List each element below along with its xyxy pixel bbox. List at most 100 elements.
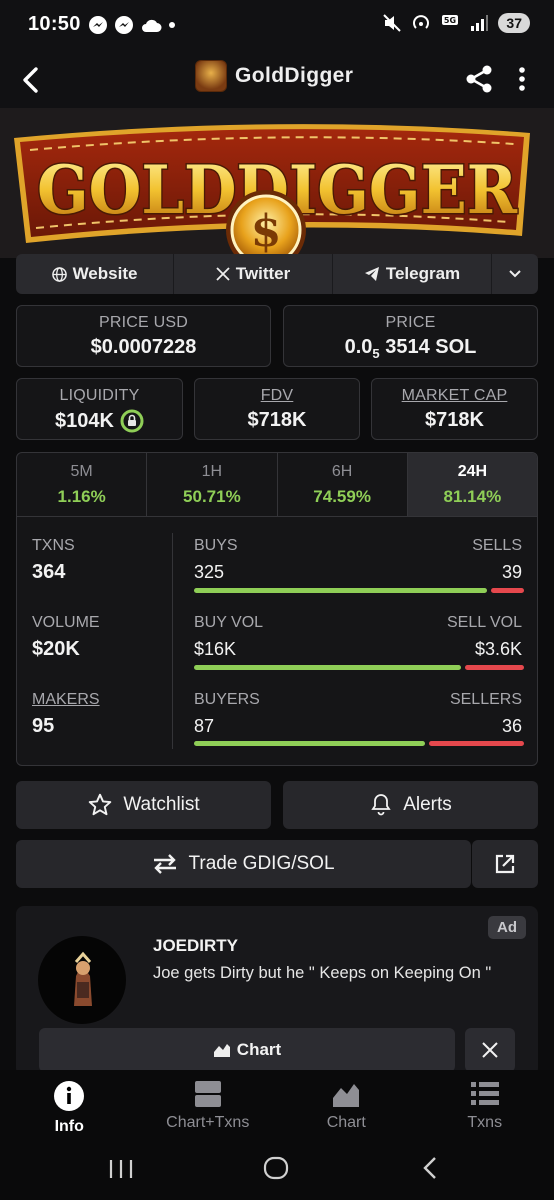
liquidity-value: $104K xyxy=(55,409,114,432)
ad-avatar xyxy=(38,936,126,1024)
nav-label: Chart+Txns xyxy=(166,1114,250,1131)
chevron-down-icon xyxy=(509,270,521,278)
sell-volume-label: SELL VOL xyxy=(446,614,522,631)
ad-twitter-button[interactable] xyxy=(465,1028,515,1072)
fdv-label[interactable]: FDV xyxy=(195,387,359,405)
price-native-zeros: 5 xyxy=(372,346,380,361)
messenger-icon xyxy=(115,16,133,34)
buys-value: 325 xyxy=(194,562,225,582)
buy-volume-label: BUY VOL xyxy=(194,614,264,631)
more-links-button[interactable] xyxy=(492,254,538,294)
notification-icons xyxy=(88,15,176,35)
tab-5m[interactable]: 5M 1.16% xyxy=(17,453,148,516)
price-native-value: 0.05 3514 SOL xyxy=(284,336,537,361)
globe-icon xyxy=(51,266,67,282)
fdv-card[interactable]: FDV $718K xyxy=(194,378,360,440)
tab-change: 81.14% xyxy=(443,487,502,506)
price-native-rest: 3514 SOL xyxy=(385,336,477,358)
status-time: 10:50 xyxy=(28,13,81,35)
sells-bar xyxy=(491,588,524,593)
nav-info[interactable]: Info xyxy=(0,1070,139,1140)
open-external-button[interactable] xyxy=(472,840,538,888)
back-nav-icon[interactable] xyxy=(420,1156,440,1180)
arrow-left-icon xyxy=(23,67,38,93)
tab-label: 5M xyxy=(70,463,93,480)
cloud-icon xyxy=(142,19,162,32)
nav-chart-txns[interactable]: Chart+Txns xyxy=(139,1070,278,1140)
tab-6h[interactable]: 6H 74.59% xyxy=(278,453,408,516)
makers-value: 95 xyxy=(32,715,55,737)
market-cap-value: $718K xyxy=(425,409,484,431)
tab-1h[interactable]: 1H 50.71% xyxy=(147,453,278,516)
token-logo xyxy=(195,60,227,92)
market-cap-label[interactable]: MARKET CAP xyxy=(372,387,537,405)
share-button[interactable] xyxy=(462,62,496,96)
sells-value: 39 xyxy=(501,562,522,582)
ad-title: JOEDIRTY xyxy=(153,936,239,955)
coin-emblem: $ xyxy=(251,206,282,257)
sell-volume-bar xyxy=(465,665,524,670)
liquidity-label: LIQUIDITY xyxy=(59,387,140,404)
tab-label: 24H xyxy=(457,463,488,480)
token-title: GoldDigger xyxy=(195,60,353,92)
telegram-link[interactable]: Telegram xyxy=(333,254,492,294)
buys-label: BUYS xyxy=(194,537,238,554)
5g-icon: 5G xyxy=(442,15,459,25)
tab-24h[interactable]: 24H 81.14% xyxy=(407,453,537,516)
token-banner: GOLDDIGGER $ xyxy=(0,108,554,258)
star-icon xyxy=(89,793,112,816)
x-logo-icon xyxy=(216,267,230,281)
nav-chart[interactable]: Chart xyxy=(277,1070,416,1140)
dot-icon xyxy=(169,22,175,28)
trade-button[interactable]: Trade GDIG/SOL xyxy=(16,840,471,888)
back-button[interactable] xyxy=(14,62,50,98)
tab-change: 50.71% xyxy=(183,487,241,506)
svg-text:5G: 5G xyxy=(444,16,456,25)
txns-value: 364 xyxy=(32,561,66,583)
tab-change: 1.16% xyxy=(57,487,106,506)
volume-label: VOLUME xyxy=(32,614,100,631)
buyers-label: BUYERS xyxy=(194,691,260,708)
home-icon[interactable] xyxy=(263,1156,289,1180)
signal-icon xyxy=(471,15,489,31)
telegram-icon xyxy=(364,267,379,281)
timeframe-tabs: 5M 1.16% 1H 50.71% 6H 74.59% 24H 81.14% xyxy=(17,453,537,517)
ad-chart-label: Chart xyxy=(236,1040,282,1059)
split-view-icon xyxy=(194,1081,221,1107)
recent-apps-icon[interactable] xyxy=(108,1158,134,1180)
sellers-bar xyxy=(429,741,524,746)
sponsored-ad-card[interactable]: Ad JOEDIRTY Joe gets Dirty but he " Keep… xyxy=(16,906,538,1076)
x-logo-icon xyxy=(482,1042,498,1058)
website-link[interactable]: Website xyxy=(16,254,174,294)
watchlist-button[interactable]: Watchlist xyxy=(16,781,271,829)
locked-liquidity-icon[interactable] xyxy=(120,409,144,433)
trade-label: Trade GDIG/SOL xyxy=(188,853,335,874)
volume-value: $20K xyxy=(32,638,80,660)
status-bar: 10:50 5G 37 xyxy=(0,0,554,52)
makers-label[interactable]: MAKERS xyxy=(32,691,100,709)
social-links-bar: Website Twitter Telegram xyxy=(16,254,538,294)
sells-label: SELLS xyxy=(472,537,522,554)
ad-description: Joe gets Dirty but he " Keeps on Keeping… xyxy=(153,964,492,982)
external-link-icon xyxy=(495,854,515,874)
banner-artwork: GOLDDIGGER $ xyxy=(14,124,530,258)
alerts-button[interactable]: Alerts xyxy=(283,781,538,829)
ad-badge: Ad xyxy=(488,916,526,939)
ad-chart-button[interactable]: Chart xyxy=(39,1028,455,1072)
liquidity-card: LIQUIDITY $104K xyxy=(16,378,183,440)
buys-bar xyxy=(194,588,487,593)
tab-change: 74.59% xyxy=(313,487,371,506)
nav-label: Info xyxy=(54,1118,84,1135)
nav-txns[interactable]: Txns xyxy=(416,1070,554,1140)
ad-avatar-art xyxy=(74,951,92,1006)
bottom-navigation: Info Chart+Txns Chart Txns xyxy=(0,1070,554,1140)
nav-label: Chart xyxy=(326,1114,366,1131)
area-chart-icon xyxy=(213,1044,230,1057)
sell-volume-value: $3.6K xyxy=(474,639,522,659)
market-cap-card[interactable]: MARKET CAP $718K xyxy=(371,378,538,440)
swap-arrows-icon xyxy=(154,854,177,874)
system-icons: 5G 37 xyxy=(382,13,530,33)
twitter-link[interactable]: Twitter xyxy=(174,254,333,294)
more-options-button[interactable] xyxy=(508,62,536,96)
share-icon xyxy=(466,65,492,93)
